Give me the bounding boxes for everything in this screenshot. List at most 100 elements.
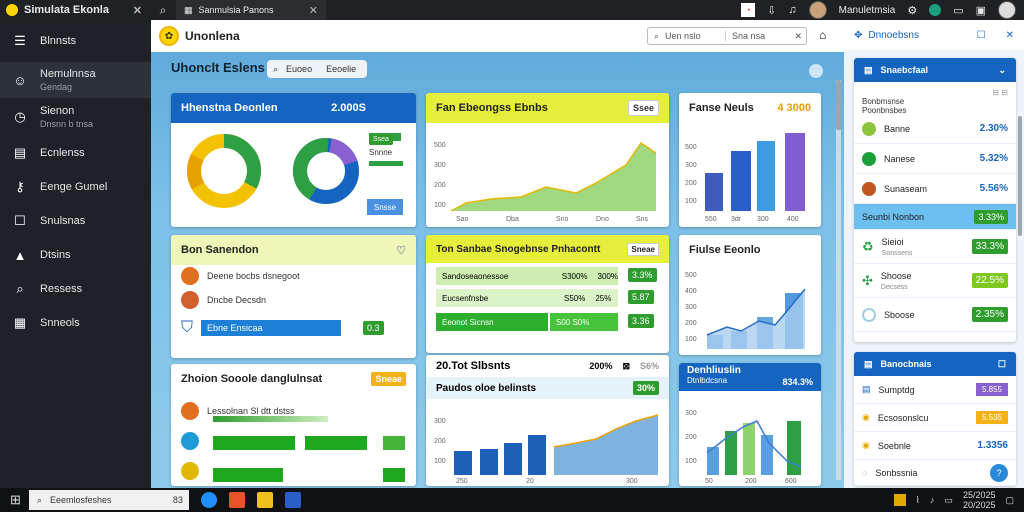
y-tick: 300: [434, 418, 446, 425]
close-tab-icon[interactable]: ✕: [309, 4, 318, 17]
settings-icon[interactable]: ⚙: [907, 4, 917, 17]
list-item[interactable]: ◉ Ecsosonslcu 5.535: [854, 404, 1016, 432]
tray-app-icon[interactable]: [893, 494, 906, 506]
list-item[interactable]: ▤ Sumptdg 5.855: [854, 376, 1016, 404]
card-title: Fanse Neuls: [689, 102, 754, 114]
bar: [480, 449, 498, 475]
heart-icon[interactable]: ♡: [396, 244, 406, 257]
list-item[interactable]: ◉ Soebnle 1.3356: [854, 432, 1016, 460]
list-item[interactable]: ♻ Sieioi Sonssens 33.3%: [854, 230, 1016, 264]
area-chart: 500 400 300 200 100: [685, 272, 806, 349]
table-row[interactable]: Sandoseaonessoe S300% 300%: [436, 267, 618, 285]
coin-icon: ◉: [862, 412, 870, 422]
table-row[interactable]: Eeonot Sicnsn: [436, 313, 548, 331]
sidebar-item-label: Eenge Gumel: [40, 181, 108, 193]
square-icon[interactable]: ☐: [977, 30, 986, 41]
scrollbar-thumb[interactable]: [836, 80, 841, 130]
avatar[interactable]: [998, 1, 1016, 19]
battery-icon[interactable]: ▭: [944, 495, 953, 506]
list-item[interactable]: ✣ Shoose Decsess 22.5%: [854, 264, 1016, 298]
clock[interactable]: 25/2025 20/2025: [963, 490, 996, 510]
card-title: Fan Ebeongss Ebnbs: [436, 102, 548, 114]
list-item[interactable]: Deene bocbs dsnegoot: [181, 267, 300, 285]
help-icon[interactable]: ?: [990, 463, 1008, 482]
sidebar-item-square[interactable]: ☐ Snulsnas: [0, 204, 151, 238]
avatar[interactable]: [808, 1, 827, 19]
list-item[interactable]: Nanese 5.32%: [854, 144, 1016, 174]
sidebar-item-menu[interactable]: ☰ Blnnsts: [0, 20, 151, 62]
list-item[interactable]: ◌ Sonbssnia ?: [854, 460, 1016, 486]
search-input[interactable]: ⌕ Uen nslo Sna nsa ✕: [647, 27, 807, 45]
close-tab-icon[interactable]: ✕: [133, 4, 142, 17]
taskbar-search[interactable]: ⌕ Eeemlosfeshes 83: [28, 490, 189, 510]
sidebar-item-calendar[interactable]: ▦ Snneols: [0, 306, 151, 340]
list-item-value: 33.3%: [971, 239, 1008, 254]
window-icon[interactable]: ☐: [998, 359, 1006, 370]
sidebar-item-clock[interactable]: ◷ Sienon Dnsnn b tnsa: [0, 98, 151, 136]
browser-tab-active[interactable]: Simulata Ekonla ✕: [0, 0, 150, 20]
filter-pill[interactable]: ⌕ Euoeo Eeoelie: [267, 60, 367, 78]
chevron-down-icon[interactable]: ⌄: [998, 65, 1006, 76]
recycle-icon: ♻: [862, 238, 874, 254]
windows-start-icon[interactable]: ⊞: [10, 492, 21, 508]
browser-tab-inactive[interactable]: ▦ Sanmulsia Panons ✕: [176, 0, 326, 20]
more-icon[interactable]: ⊟ ⊟: [992, 88, 1008, 97]
list-item[interactable]: ⛉ Ebne Ensicaa 0.3: [181, 319, 384, 337]
sidebar-item-triangle[interactable]: ▲ Dtsins: [0, 238, 151, 272]
tab-title: Simulata Ekonla: [24, 4, 109, 16]
card-title: Ton Sanbae Snogebnse Pnhacontt: [436, 243, 601, 255]
list-item[interactable]: Banne 2.30%: [854, 114, 1016, 144]
list-icon: ▤: [864, 64, 873, 75]
sidebar-item-label: Ecnlenss: [40, 147, 85, 159]
list-item[interactable]: Dncbe Decsdn: [181, 291, 266, 309]
lock-icon[interactable]: ▣: [976, 4, 986, 17]
x-tick: 200: [745, 478, 757, 485]
close-icon[interactable]: ✕: [794, 31, 806, 42]
message-icon[interactable]: ▭: [953, 4, 963, 17]
store-icon[interactable]: [284, 492, 301, 508]
sidebar-item-users[interactable]: ☺ Nemulnnsa Gendag: [0, 62, 151, 98]
table-row[interactable]: Eucsenfnsbe S50% 25%: [436, 289, 618, 307]
status-icon: [862, 181, 876, 196]
x-tick: Sns: [636, 216, 649, 223]
table-cell: Sandoseaonessoe: [442, 271, 509, 281]
close-icon[interactable]: ✕: [1006, 30, 1014, 41]
folder-icon[interactable]: [256, 492, 273, 508]
scrollbar[interactable]: [836, 80, 841, 480]
list-item[interactable]: Sboose 2.35%: [854, 298, 1016, 332]
card-value: 4 3000: [777, 102, 811, 114]
bell-icon[interactable]: ♫: [788, 4, 796, 16]
search-icon[interactable]: ⌕: [150, 3, 176, 18]
sidebar-item-search[interactable]: ⌕ Ressess: [0, 272, 151, 306]
key-icon: ⚷: [15, 179, 25, 194]
list-item-label: Ecsosonslcu: [877, 412, 929, 423]
table-cell: S300%: [561, 271, 588, 281]
bookmark-icon[interactable]: ⌂: [819, 28, 826, 42]
metrics-card: ▤ Banocbnais ☐ ▤ Sumptdg 5.855 ◉ Ecsoson…: [854, 352, 1016, 486]
donut-action-button[interactable]: Snsse: [367, 199, 403, 215]
extension-icon[interactable]: ◔: [741, 3, 756, 17]
y-tick: 100: [434, 458, 446, 465]
list-item-selected[interactable]: Seunbi Nonbon 3.33%: [854, 204, 1016, 230]
list-item-label: Sunaseam: [884, 183, 928, 194]
sidebar-item-key[interactable]: ⚷ Eenge Gumel: [0, 170, 151, 204]
x-tick: Dno: [596, 216, 609, 223]
y-tick: 200: [434, 182, 446, 189]
wifi-icon[interactable]: ⌇: [916, 495, 920, 506]
info-icon[interactable]: [809, 64, 823, 78]
notification-icon[interactable]: ▢: [1005, 495, 1014, 506]
app-icon[interactable]: [228, 492, 245, 508]
line-chart: 500 300 200 100 Sao Dba Sno Dno Sns: [434, 141, 657, 223]
list-item[interactable]: Sunaseam 5.56%: [854, 174, 1016, 204]
card-title: Zhoion Sooole danglulnsat: [181, 373, 323, 385]
coin-icon: ◉: [862, 440, 870, 450]
sidebar-item-label: Nemulnnsa Gendag: [40, 68, 96, 92]
sidebar-item-documents[interactable]: ▤ Ecnlenss: [0, 136, 151, 170]
list-item-value: 1.3356: [977, 440, 1008, 451]
status-icon: [862, 307, 876, 322]
edge-icon[interactable]: [200, 492, 217, 508]
list-item-text: Sieioi Sonssens: [882, 237, 913, 257]
speaker-icon[interactable]: ♪: [930, 495, 935, 505]
scrollbar-thumb[interactable]: [1018, 116, 1022, 236]
download-icon[interactable]: ⇩: [767, 4, 776, 17]
